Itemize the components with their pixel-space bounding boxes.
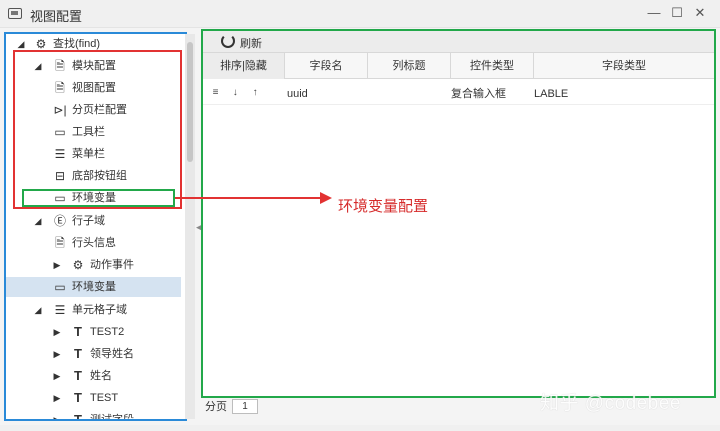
collapse-arrow-icon[interactable]: ◢ [33, 300, 43, 320]
tree-item[interactable]: 🗎 行头信息 [6, 233, 185, 253]
annotation-arrowhead [320, 192, 332, 204]
pager-label: 分页 [205, 401, 227, 413]
toolbar-icon: ▭ [54, 125, 66, 139]
tree-item[interactable]: ▶ T 领导姓名 [6, 344, 185, 364]
watermark: 知乎 @codebee [540, 393, 681, 414]
tree-item-label: TEST2 [90, 326, 125, 338]
tree-item[interactable]: ▶ ⚙ 动作事件 [6, 255, 185, 275]
tree-item[interactable]: ▭ 环境变量 [6, 277, 181, 297]
menu-icon: ☰ [54, 303, 66, 317]
expand-arrow-icon[interactable]: ▶ [52, 366, 62, 386]
field-type-cell[interactable]: LABLE [534, 83, 568, 105]
status-strip [0, 425, 720, 431]
expand-arrow-icon[interactable]: ▶ [52, 388, 62, 408]
tree-item[interactable]: ▭ 环境变量 [6, 188, 185, 208]
maximize-button[interactable]: ☐ [669, 4, 685, 22]
close-button[interactable]: ✕ [692, 4, 708, 22]
tree-item-label: 底部按钮组 [72, 170, 127, 182]
collapse-arrow-icon[interactable]: ◢ [33, 211, 43, 231]
refresh-icon[interactable] [221, 34, 235, 48]
tree-item[interactable]: ⊟ 底部按钮组 [6, 166, 185, 186]
tree-item[interactable]: ◢ ☰ 单元格子域 [6, 300, 185, 320]
tree-item-label: 单元格子域 [72, 304, 127, 316]
expand-arrow-icon[interactable]: ▶ [52, 344, 62, 364]
tree-item-label: 测试字段 [90, 414, 134, 421]
grid-header: 排序|隐藏 字段名 列标题 控件类型 字段类型 [203, 53, 714, 79]
variable-icon: ▭ [54, 191, 66, 205]
tree-item[interactable]: ◢ Ⓔ 行子域 [6, 211, 185, 231]
collapse-arrow-icon[interactable]: ◢ [33, 56, 43, 76]
expand-arrow-icon[interactable]: ▶ [52, 410, 62, 419]
tree-item-label: 分页栏配置 [72, 104, 127, 116]
field-grid-panel: 刷新 排序|隐藏 字段名 列标题 控件类型 字段类型 ≡ ↓ ↑ uuid 复合… [201, 29, 716, 398]
text-icon: T [74, 412, 82, 421]
tree-item[interactable]: ▶ T TEST [6, 388, 185, 408]
column-header-column-title[interactable]: 列标题 [368, 53, 451, 79]
tree-item-label: 环境变量 [72, 192, 116, 204]
column-header-control-type[interactable]: 控件类型 [451, 53, 534, 79]
annotation-label: 环境变量配置 [338, 198, 429, 215]
variable-icon: ▭ [54, 280, 66, 294]
page-number-input[interactable]: 1 [232, 399, 258, 414]
gear-icon: ⚙ [72, 258, 84, 272]
tree-item[interactable]: ◢ ⚙ 查找(find) [6, 34, 185, 54]
tree-item[interactable]: ☰ 菜单栏 [6, 144, 185, 164]
tree-item-label: 查找(find) [53, 38, 101, 50]
tree-item[interactable]: ▶ T TEST2 [6, 322, 185, 342]
config-tree: ◢ ⚙ 查找(find) ◢ 🗎 模块配置 🗎 视图配置 ⊳| 分页栏配置 ▭ 工具栏 ☰ 菜单栏 ⊟ 底部按… [4, 32, 187, 421]
title-bar: 视图配置 — ☐ ✕ [0, 0, 720, 28]
tree-item[interactable]: ▶ T 测试字段 [6, 410, 185, 421]
column-header-field-name[interactable]: 字段名 [285, 53, 368, 79]
tree-item-label: 工具栏 [72, 126, 105, 138]
document-icon: 🗎 [55, 236, 65, 250]
menu-icon: ☰ [54, 147, 66, 161]
tree-item[interactable]: ⊳| 分页栏配置 [6, 100, 185, 120]
tree-item-label: 行子域 [72, 215, 105, 227]
tree-item-label: 领导姓名 [90, 348, 134, 360]
pager-icon: ⊳| [53, 103, 67, 117]
minimize-button[interactable]: — [646, 4, 662, 22]
control-type-cell[interactable]: 复合输入框 [451, 83, 506, 105]
tree-item-label: 视图配置 [72, 82, 116, 94]
text-icon: T [74, 368, 82, 383]
scrollbar-thumb[interactable] [187, 42, 193, 162]
column-header-sort-hide[interactable]: 排序|隐藏 [203, 53, 285, 79]
refresh-button[interactable]: 刷新 [240, 35, 262, 51]
table-row[interactable]: ≡ ↓ ↑ uuid 复合输入框 LABLE [203, 83, 714, 105]
tree-item-label: TEST [90, 392, 119, 404]
view-config-window: 视图配置 — ☐ ✕ ◢ ⚙ 查找(find) ◢ 🗎 模块配置 🗎 视图配置 ⊳| 分页栏配置 ▭… [0, 0, 720, 431]
document-icon: 🗎 [55, 81, 65, 95]
tree-item[interactable]: ▭ 工具栏 [6, 122, 185, 142]
window-title: 视图配置 [30, 9, 83, 24]
tree-item-label: 姓名 [90, 370, 112, 382]
field-name-cell[interactable]: uuid [287, 83, 308, 105]
tree-item-label: 行头信息 [72, 237, 116, 249]
text-icon: T [74, 324, 82, 339]
sort-descending-icon[interactable]: ↓ [227, 87, 244, 98]
tree-item-label: 环境变量 [72, 281, 116, 293]
button-group-icon: ⊟ [54, 169, 66, 183]
text-icon: T [74, 346, 82, 361]
sort-ascending-icon[interactable]: ↑ [247, 87, 264, 98]
row-action-icons: ≡ ↓ ↑ [207, 87, 264, 101]
expand-arrow-icon[interactable]: ▶ [52, 255, 62, 275]
collapse-arrow-icon[interactable]: ◢ [16, 34, 26, 54]
tree-item-label: 动作事件 [90, 259, 134, 271]
window-icon [8, 8, 22, 19]
tree-item-label: 菜单栏 [72, 148, 105, 160]
tree-item[interactable]: 🗎 视图配置 [6, 78, 185, 98]
tree-item[interactable]: ◢ 🗎 模块配置 [6, 56, 185, 76]
column-header-field-type[interactable]: 字段类型 [534, 53, 714, 79]
gear-icon: ⚙ [35, 37, 47, 51]
tree-item[interactable]: ▶ T 姓名 [6, 366, 185, 386]
annotation-arrow-line [175, 197, 322, 199]
tree-item-label: 模块配置 [72, 60, 116, 72]
grid-toolbar: 刷新 [203, 31, 714, 53]
text-icon: T [74, 390, 82, 405]
drag-handle-icon[interactable]: ≡ [207, 87, 224, 98]
expand-arrow-icon[interactable]: ▶ [52, 322, 62, 342]
document-icon: 🗎 [55, 59, 65, 73]
tree-scrollbar[interactable] [185, 34, 195, 419]
row-domain-icon: Ⓔ [53, 214, 66, 228]
